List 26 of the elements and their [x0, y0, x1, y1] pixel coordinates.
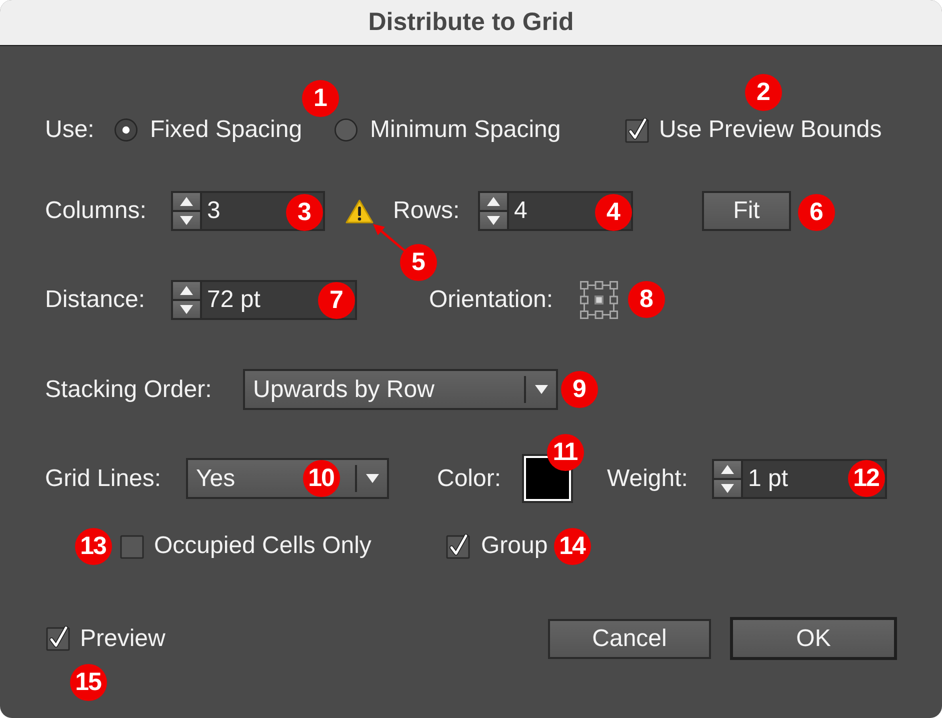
- window-title: Distribute to Grid: [368, 8, 574, 37]
- checkbox-label: Use Preview Bounds: [659, 116, 882, 144]
- callout-overlay: 9: [560, 370, 598, 408]
- color-label: Color:: [437, 464, 502, 492]
- stacking-order-label: Stacking Order:: [45, 376, 212, 404]
- radio-label: Fixed Spacing: [150, 116, 302, 144]
- checkbox-label: Preview: [80, 624, 166, 652]
- checkbox-label: Occupied Cells Only: [154, 532, 372, 560]
- callout-overlay: 14: [554, 528, 590, 564]
- orientation-label: Orientation:: [429, 286, 554, 314]
- checkbox-label: Group: [481, 532, 548, 560]
- callout-overlay: 1: [302, 80, 338, 116]
- rows-label: Rows:: [393, 197, 460, 225]
- radio-label: Minimum Spacing: [370, 116, 561, 144]
- grid-lines-label: Grid Lines:: [45, 464, 162, 492]
- callout-overlay: 5: [400, 244, 436, 280]
- use-label: Use:: [45, 116, 94, 144]
- callout-overlay: 15: [70, 664, 106, 700]
- columns-label: Columns:: [45, 197, 146, 225]
- weight-label: Weight:: [607, 464, 688, 492]
- callout-overlay: 11: [546, 434, 584, 470]
- callout-overlay: 6: [798, 194, 834, 230]
- callout-overlay: 2: [744, 74, 782, 110]
- callout-overlay: 13: [74, 528, 112, 564]
- distance-label: Distance:: [45, 286, 146, 314]
- callout-overlay: 8: [628, 280, 664, 318]
